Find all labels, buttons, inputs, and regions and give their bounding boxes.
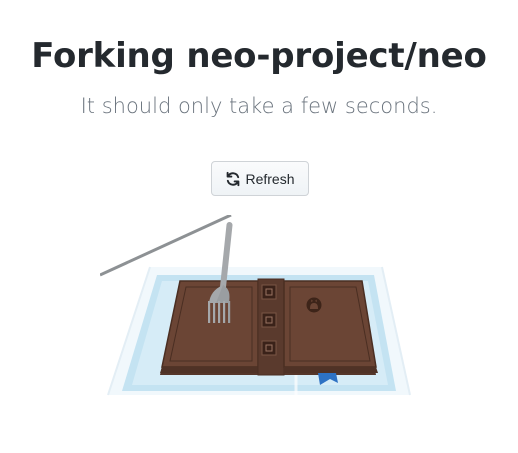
refresh-button[interactable]: Refresh (211, 161, 309, 196)
book-right-cover (283, 280, 378, 373)
refresh-label: Refresh (245, 170, 295, 187)
book-spine (257, 278, 285, 376)
sync-icon (225, 171, 241, 187)
fork-and-book-illustration (100, 215, 411, 396)
page-title: Forking neo-project/neo (31, 36, 487, 76)
page-subtitle: It should only take a few seconds. (80, 94, 438, 118)
octocat-icon (306, 297, 322, 313)
